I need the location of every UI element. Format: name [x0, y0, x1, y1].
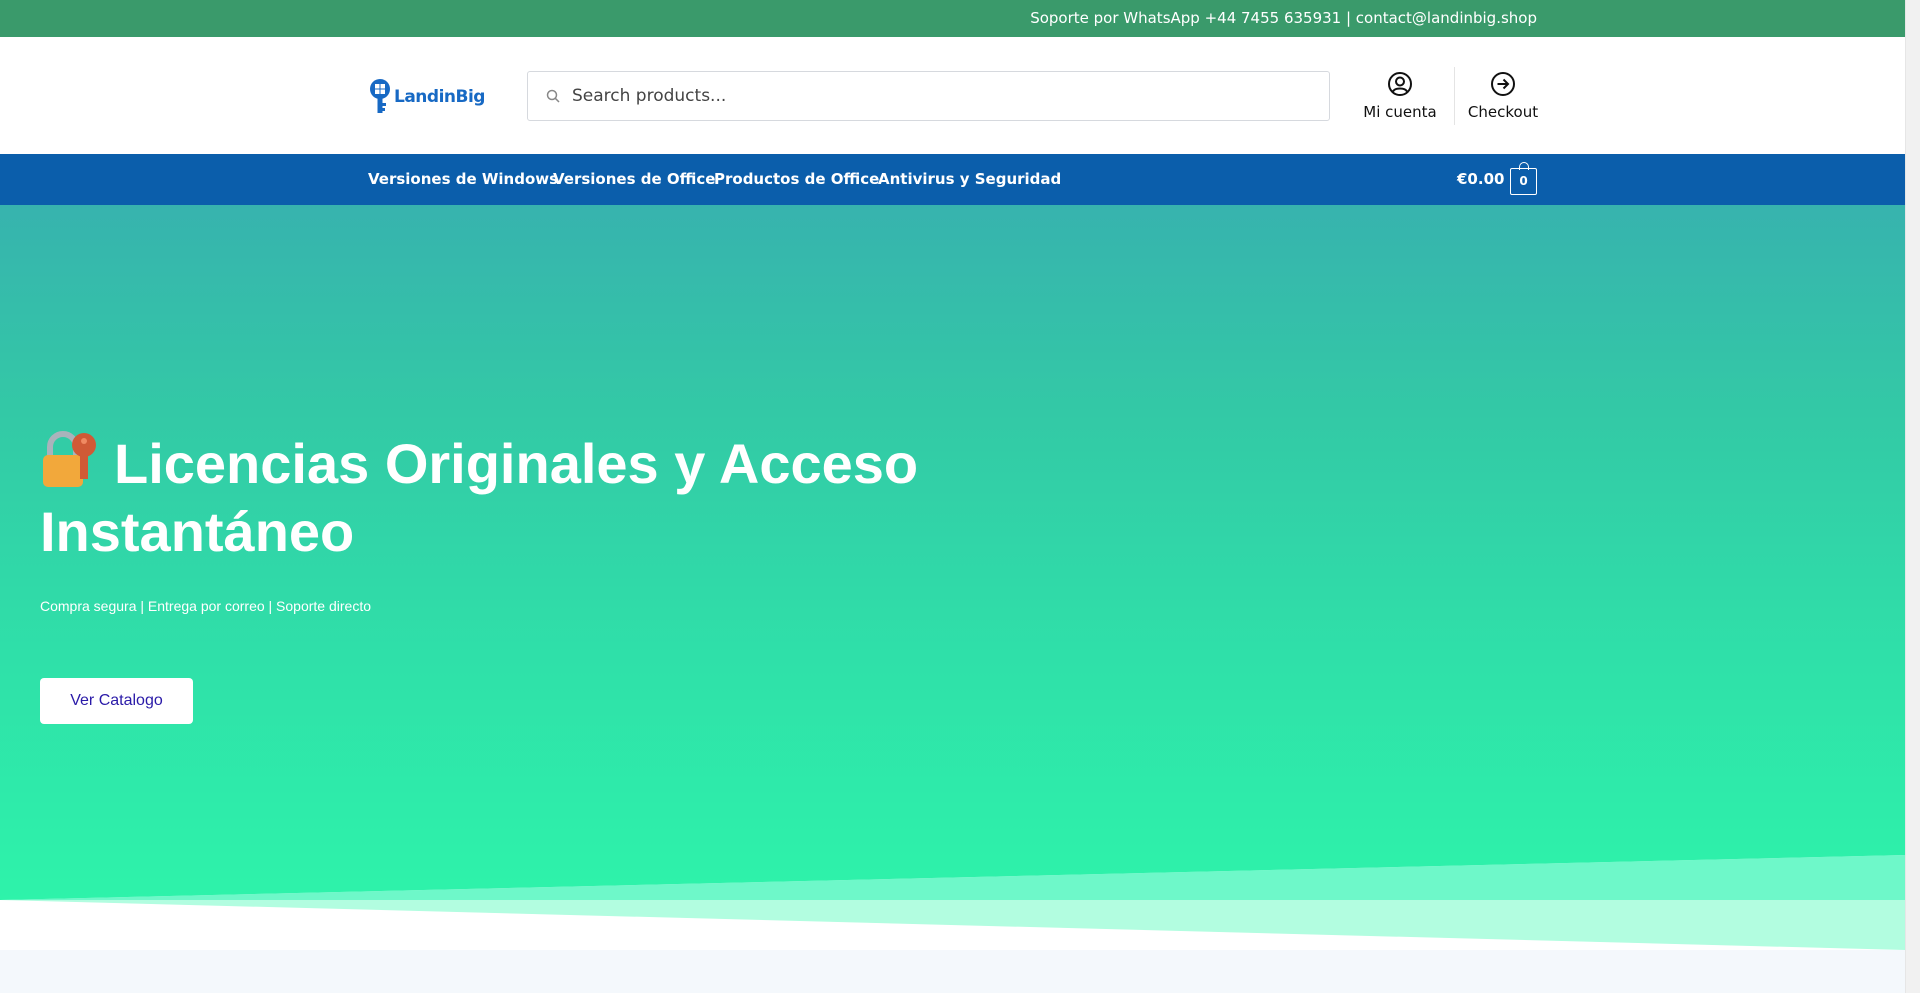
site-logo[interactable]: LandinBig: [368, 77, 485, 117]
site-header: LandinBig Mi cuenta Checkout: [0, 37, 1905, 154]
hero-title: Licencias Originales y Acceso Instantáne…: [40, 430, 940, 566]
search-icon: [546, 89, 560, 103]
locked-with-key-icon: [40, 431, 100, 489]
primary-navigation: Versiones de Windows Versiones de Office…: [0, 154, 1905, 205]
user-icon: [1387, 71, 1413, 97]
page-scrollbar[interactable]: [1905, 0, 1920, 993]
hero-title-text: Licencias Originales y Acceso Instantáne…: [40, 432, 919, 563]
checkout-label: Checkout: [1467, 103, 1539, 121]
hero-wave-divider: [0, 855, 1905, 950]
logo-text: LandinBig: [394, 87, 485, 107]
hero-subtitle: Compra segura | Entrega por correo | Sop…: [40, 598, 371, 614]
header-divider: [1454, 67, 1455, 125]
nav-item-office-versions[interactable]: Versiones de Office: [553, 154, 715, 205]
key-logo-icon: [368, 78, 392, 116]
cart-total[interactable]: €0.00: [1457, 154, 1504, 205]
arrow-right-circle-icon: [1490, 71, 1516, 97]
search-input[interactable]: [572, 86, 1312, 106]
checkout-link[interactable]: Checkout: [1463, 71, 1543, 121]
cart-count-badge[interactable]: 0: [1510, 162, 1537, 195]
page: Soporte por WhatsApp +44 7455 635931 | c…: [0, 0, 1905, 993]
product-search[interactable]: [527, 71, 1330, 121]
my-account-link[interactable]: Mi cuenta: [1360, 71, 1440, 121]
view-catalog-button[interactable]: Ver Catalogo: [40, 678, 193, 724]
top-bar: Soporte por WhatsApp +44 7455 635931 | c…: [0, 0, 1905, 37]
hero-section: Licencias Originales y Acceso Instantáne…: [0, 205, 1905, 900]
nav-item-office-products[interactable]: Productos de Office: [714, 154, 879, 205]
support-contact-text: Soporte por WhatsApp +44 7455 635931 | c…: [1030, 9, 1537, 27]
nav-item-antivirus[interactable]: Antivirus y Seguridad: [878, 154, 1061, 205]
content-area: [0, 950, 1905, 993]
nav-item-windows[interactable]: Versiones de Windows: [368, 154, 558, 205]
my-account-label: Mi cuenta: [1363, 103, 1437, 121]
